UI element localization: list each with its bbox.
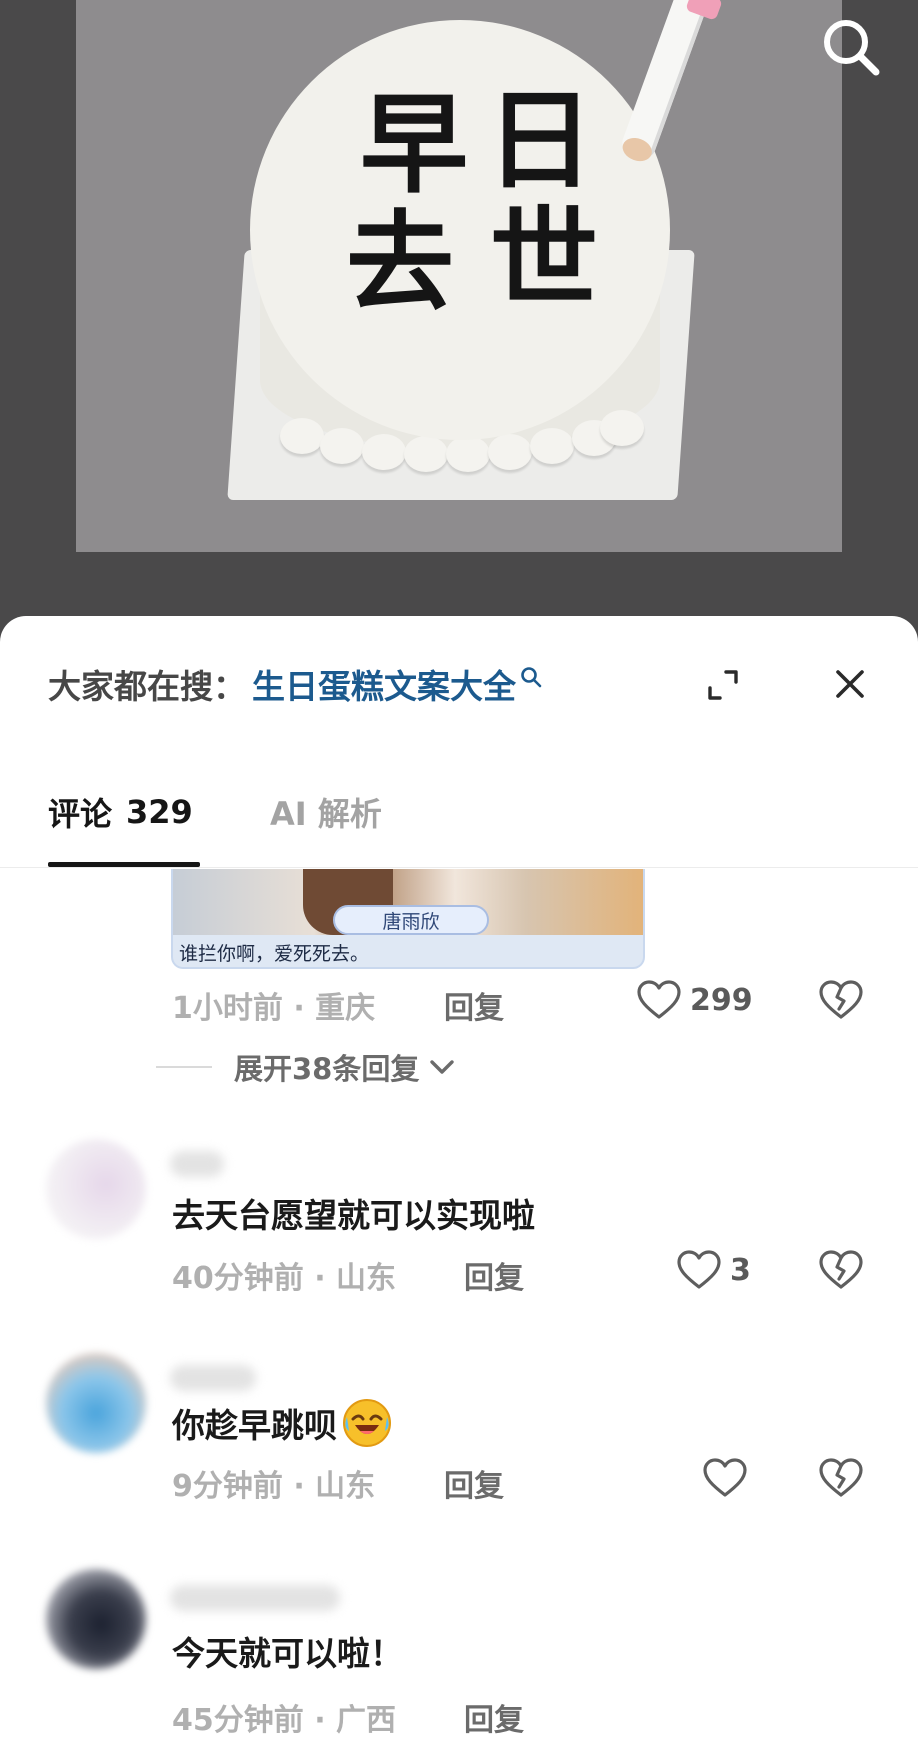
like-count: 299	[690, 982, 753, 1018]
post-image-area: 早 日 去 世	[0, 0, 918, 640]
search-icon	[521, 667, 542, 688]
comments-sheet: 大家都在搜： 生日蛋糕文案大全 评论 329 AI 解析 唐雨欣 谁拦你啊，爱死…	[0, 616, 918, 1762]
comment-text: 今天就可以啦！	[172, 1634, 403, 1673]
cake-photo[interactable]: 早 日 去 世	[76, 0, 842, 552]
trending-prefix: 大家都在搜：	[48, 667, 246, 706]
heart-icon	[703, 1458, 747, 1497]
reply-button[interactable]: 回复	[444, 1461, 504, 1505]
comment-sticker-image[interactable]: 唐雨欣 谁拦你啊，爱死死去。	[171, 869, 645, 969]
dislike-button[interactable]	[818, 1249, 864, 1299]
comment-meta: 40分钟前 · 山东 回复 3	[0, 1247, 918, 1297]
heart-icon	[637, 980, 681, 1019]
comment-text: 去天台愿望就可以实现啦	[172, 1196, 535, 1235]
active-tab-indicator	[48, 862, 200, 867]
expand-replies-label: 展开38条回复	[234, 1052, 420, 1086]
avatar[interactable]	[46, 1569, 146, 1669]
trending-search-bar[interactable]: 大家都在搜： 生日蛋糕文案大全	[48, 656, 542, 712]
trending-query-link[interactable]: 生日蛋糕文案大全	[252, 660, 516, 708]
reply-button[interactable]: 回复	[444, 983, 504, 1027]
like-count: 3	[730, 1252, 751, 1288]
expand-icon	[708, 670, 738, 700]
avatar[interactable]	[46, 1139, 146, 1239]
comment-time-location: 45分钟前 · 广西	[172, 1703, 397, 1738]
like-button[interactable]	[702, 1457, 756, 1499]
username-blurred[interactable]	[170, 1365, 256, 1391]
divider-dash	[156, 1066, 212, 1068]
reply-button[interactable]: 回复	[464, 1253, 524, 1297]
comment-meta: 1小时前 · 重庆 回复 299	[0, 977, 918, 1027]
close-sheet-button[interactable]	[826, 660, 874, 708]
tab-comments-count: 329	[126, 793, 193, 831]
laughing-crying-emoji-icon	[343, 1399, 391, 1447]
tab-ai-analysis[interactable]: AI 解析	[270, 756, 382, 868]
close-icon	[836, 670, 864, 698]
tab-comments[interactable]: 评论 329	[48, 756, 193, 868]
sticker-name-tag: 唐雨欣	[333, 905, 489, 935]
comment-text-row: 你趁早跳呗	[172, 1397, 393, 1449]
cake-text-char: 世	[490, 197, 599, 322]
cake: 早 日 去 世	[250, 20, 670, 490]
cake-text-char: 去	[346, 201, 455, 326]
dislike-button[interactable]	[818, 1457, 864, 1507]
sticker-caption: 谁拦你啊，爱死死去。	[179, 943, 370, 965]
username-blurred[interactable]	[170, 1585, 340, 1611]
broken-heart-icon	[819, 1458, 863, 1497]
tab-comments-label: 评论	[48, 795, 113, 833]
comment-time-location: 1小时前 · 重庆	[172, 991, 376, 1026]
avatar[interactable]	[46, 1353, 146, 1453]
dislike-button[interactable]	[818, 979, 864, 1029]
comment-time-location: 40分钟前 · 山东	[172, 1261, 397, 1296]
expand-sheet-button[interactable]	[700, 662, 746, 708]
like-button[interactable]: 299	[636, 979, 753, 1021]
cake-text-char: 早	[360, 83, 469, 208]
like-button[interactable]: 3	[676, 1249, 751, 1291]
chevron-down-icon	[430, 1060, 455, 1074]
expand-replies-button[interactable]: 展开38条回复	[156, 1042, 457, 1092]
search-button[interactable]	[816, 12, 886, 82]
heart-icon	[677, 1250, 721, 1289]
search-icon	[824, 20, 880, 76]
broken-heart-icon	[819, 980, 863, 1019]
reply-button[interactable]: 回复	[464, 1695, 524, 1739]
username-blurred[interactable]	[170, 1151, 224, 1177]
broken-heart-icon	[819, 1250, 863, 1289]
cake-text-char: 日	[486, 79, 595, 204]
comment-text: 你趁早跳呗	[172, 1406, 337, 1445]
sheet-tabs: 评论 329 AI 解析	[0, 756, 918, 868]
comment-time-location: 9分钟前 · 山东	[172, 1469, 376, 1504]
comment-meta: 9分钟前 · 山东 回复	[0, 1455, 918, 1505]
comment-list[interactable]: 唐雨欣 谁拦你啊，爱死死去。 1小时前 · 重庆 回复 299 展开38条回复 …	[0, 869, 918, 1762]
comment-meta: 45分钟前 · 广西 回复	[0, 1689, 918, 1739]
